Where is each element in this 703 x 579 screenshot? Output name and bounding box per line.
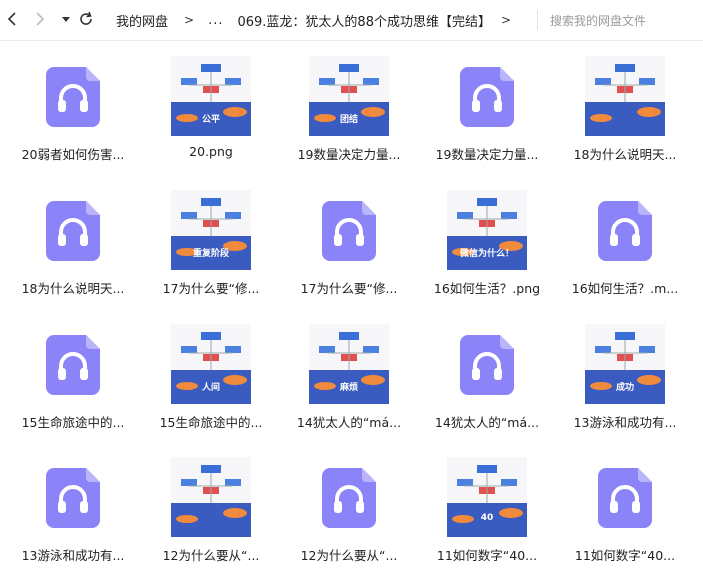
file-name-label: 12为什么要从“... (300, 548, 398, 563)
thumbnail-caption: 团结 (339, 115, 358, 125)
image-file-item[interactable]: 人间 15生命旅途中的... (142, 324, 280, 446)
audio-file-item[interactable]: 12为什么要从“... (280, 461, 418, 579)
chevron-left-icon (7, 12, 16, 26)
file-name-label: 19数量决定力量... (297, 147, 401, 162)
image-thumbnail: 重复阶段 (171, 190, 251, 270)
breadcrumb-separator: > (500, 13, 512, 27)
breadcrumb: 我的网盘 > ... 069.蓝龙：犹太人的88个成功思维【完结】 > (116, 0, 517, 40)
image-file-item[interactable]: 公平 20.png (142, 56, 280, 178)
caret-down-icon (62, 17, 70, 22)
back-button[interactable] (2, 8, 22, 30)
history-dropdown-button[interactable] (56, 8, 76, 30)
refresh-button[interactable] (76, 8, 96, 30)
audio-file-item[interactable]: 15生命旅途中的... (4, 328, 142, 446)
file-name-label: 18为什么说明天... (21, 281, 125, 296)
file-name-label: 15生命旅途中的... (21, 415, 125, 430)
image-file-item[interactable]: 40 11如何数字“40... (418, 457, 556, 579)
image-file-item[interactable]: 团结 19数量决定力量... (280, 56, 418, 178)
file-name-label: 13游泳和成功有... (573, 415, 677, 430)
image-thumbnail: 40 (447, 457, 527, 537)
image-file-item[interactable]: 重复阶段 17为什么要“修... (142, 190, 280, 312)
thumbnail-caption: 麻烦 (339, 383, 358, 393)
thumbnail-caption: 微信为什么！ (459, 249, 514, 259)
file-name-label: 16如何生活？.m... (571, 281, 679, 296)
audio-file-icon (46, 335, 100, 395)
thumbnail-caption: 40 (480, 513, 494, 523)
file-name-label: 14犹太人的“má... (296, 415, 402, 430)
audio-file-icon (322, 201, 376, 261)
file-name-label: 18为什么说明天... (573, 147, 677, 162)
image-file-item[interactable]: 12为什么要从“... (142, 457, 280, 579)
audio-file-item[interactable]: 13游泳和成功有... (4, 461, 142, 579)
breadcrumb-current-folder[interactable]: 069.蓝龙：犹太人的88个成功思维【完结】 (237, 11, 491, 30)
audio-file-item[interactable]: 19数量决定力量... (418, 60, 556, 178)
audio-file-item[interactable]: 16如何生活？.m... (556, 194, 694, 312)
audio-file-item[interactable]: 17为什么要“修... (280, 194, 418, 312)
image-file-item[interactable]: 麻烦 14犹太人的“má... (280, 324, 418, 446)
audio-file-icon (460, 67, 514, 127)
audio-file-item[interactable]: 14犹太人的“má... (418, 328, 556, 446)
breadcrumb-ellipsis[interactable]: ... (208, 13, 223, 28)
file-name-label: 20.png (189, 144, 233, 159)
breadcrumb-root[interactable]: 我的网盘 (116, 11, 168, 30)
mindmap-preview-icon (585, 56, 665, 136)
audio-file-item[interactable]: 18为什么说明天... (4, 194, 142, 312)
toolbar-divider (537, 10, 538, 30)
audio-file-icon (598, 468, 652, 528)
thumbnail-caption: 公平 (201, 115, 220, 125)
image-thumbnail: 成功 (585, 324, 665, 404)
file-grid: 20弱者如何伤害... 公平 20.png 团结 19数量决定力量... 19数量决定力量… (0, 40, 703, 565)
thumbnail-caption: 重复阶段 (192, 249, 229, 259)
mindmap-preview-icon (447, 457, 527, 537)
chevron-right-icon (36, 12, 45, 26)
file-name-label: 16如何生活？.png (433, 281, 541, 296)
image-thumbnail (171, 457, 251, 537)
forward-button[interactable] (30, 8, 50, 30)
image-thumbnail: 微信为什么！ (447, 190, 527, 270)
file-name-label: 17为什么要“修... (300, 281, 398, 296)
file-name-label: 17为什么要“修... (162, 281, 260, 296)
image-file-item[interactable]: 成功 13游泳和成功有... (556, 324, 694, 446)
audio-file-icon (460, 335, 514, 395)
image-file-item[interactable]: 18为什么说明天... (556, 56, 694, 178)
refresh-icon (80, 11, 92, 25)
file-name-label: 20弱者如何伤害... (21, 147, 125, 162)
file-name-label: 13游泳和成功有... (21, 548, 125, 563)
audio-file-icon (322, 468, 376, 528)
file-name-label: 14犹太人的“má... (434, 415, 540, 430)
audio-file-item[interactable]: 20弱者如何伤害... (4, 60, 142, 178)
file-name-label: 12为什么要从“... (162, 548, 260, 563)
image-thumbnail (585, 56, 665, 136)
image-thumbnail: 团结 (309, 56, 389, 136)
image-thumbnail: 麻烦 (309, 324, 389, 404)
audio-file-icon (598, 201, 652, 261)
audio-file-item[interactable]: 11如何数字“40... (556, 461, 694, 579)
breadcrumb-separator: > (184, 13, 195, 27)
image-thumbnail: 公平 (171, 56, 251, 136)
mindmap-preview-icon (171, 457, 251, 537)
file-name-label: 19数量决定力量... (435, 147, 539, 162)
search-input[interactable] (548, 8, 702, 34)
thumbnail-caption: 成功 (615, 383, 634, 393)
file-name-label: 15生命旅途中的... (159, 415, 263, 430)
image-file-item[interactable]: 微信为什么！ 16如何生活？.png (418, 190, 556, 312)
audio-file-icon (46, 67, 100, 127)
image-thumbnail: 人间 (171, 324, 251, 404)
thumbnail-caption: 人间 (201, 383, 220, 393)
audio-file-icon (46, 201, 100, 261)
toolbar: 我的网盘 > ... 069.蓝龙：犹太人的88个成功思维【完结】 > (0, 0, 703, 41)
audio-file-icon (46, 468, 100, 528)
file-name-label: 11如何数字“40... (436, 548, 538, 563)
file-name-label: 11如何数字“40... (574, 548, 676, 563)
